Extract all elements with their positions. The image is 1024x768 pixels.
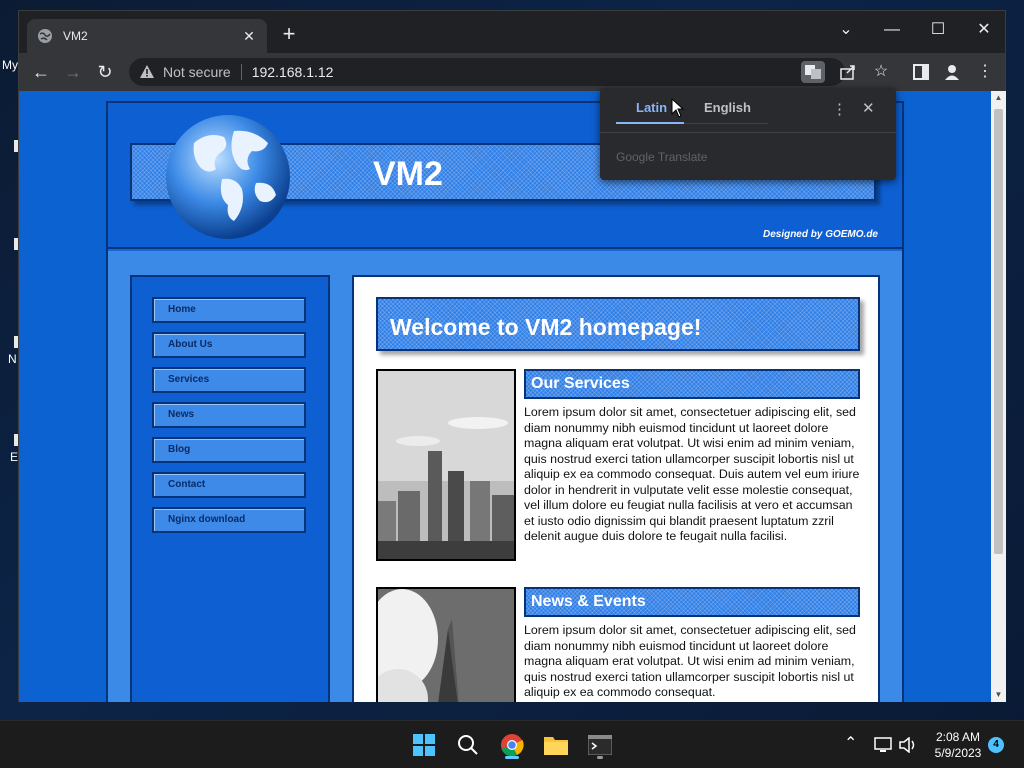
bookmark-star-icon[interactable]: ☆	[869, 60, 893, 84]
scroll-down-icon[interactable]: ▼	[991, 688, 1006, 702]
desktop-icon-label[interactable]: N	[8, 352, 17, 366]
tab-close-icon[interactable]: ✕	[241, 28, 257, 45]
nav-blog-link[interactable]: Blog	[152, 437, 306, 463]
tab-divider	[684, 123, 768, 124]
network-icon[interactable]	[874, 737, 892, 753]
globe-favicon-icon	[37, 28, 53, 44]
clock-time: 2:08 AM	[935, 730, 981, 744]
site-container: VM2 Designed by GOEMO.de Home About Us S…	[106, 101, 904, 702]
translate-icon[interactable]	[801, 61, 825, 83]
clock-date: 5/9/2023	[934, 746, 982, 760]
desktop-icon-label[interactable]: E	[10, 450, 18, 464]
back-icon[interactable]: ←	[29, 60, 53, 84]
popup-divider	[600, 132, 896, 133]
share-icon[interactable]	[839, 63, 857, 81]
section-heading: Our Services	[524, 369, 860, 399]
section-text: Lorem ipsum dolor sit amet, consectetuer…	[524, 623, 856, 699]
section-text: Lorem ipsum dolor sit amet, consectetuer…	[524, 405, 860, 543]
new-tab-icon[interactable]: +	[277, 23, 301, 47]
tab-title: VM2	[63, 29, 88, 43]
forward-icon[interactable]: →	[61, 60, 85, 84]
system-clock[interactable]: 2:08 AM 5/9/2023	[928, 729, 988, 761]
scroll-up-icon[interactable]: ▲	[991, 91, 1006, 105]
welcome-heading: Welcome to VM2 homepage!	[376, 297, 860, 351]
start-windows-icon[interactable]	[408, 729, 440, 761]
site-sidebar: Home About Us Services News Blog Contact…	[130, 275, 330, 702]
translate-close-icon[interactable]: ✕	[862, 99, 875, 117]
warning-triangle-icon	[140, 65, 154, 78]
translate-options-icon[interactable]: ⋮	[832, 100, 847, 118]
active-tab-underline	[616, 122, 684, 124]
chrome-app-icon[interactable]	[496, 729, 528, 761]
taskbar: ⌃ 2:08 AM 5/9/2023 4	[0, 720, 1024, 768]
scrollbar-thumb[interactable]	[994, 109, 1003, 554]
target-language-tab[interactable]: English	[704, 100, 751, 115]
translate-popup: Latin English ⋮ ✕ Google Translate	[600, 88, 896, 180]
nav-contact-link[interactable]: Contact	[152, 472, 306, 498]
nav-home-link[interactable]: Home	[152, 297, 306, 323]
section-heading: News & Events	[524, 587, 860, 617]
show-hidden-icons-chevron-icon[interactable]: ⌃	[844, 733, 857, 753]
volume-icon[interactable]	[898, 737, 918, 753]
skyscraper-image	[376, 587, 516, 702]
main-content: Welcome to VM2 homepage! Our Services Lo…	[352, 275, 880, 702]
browser-tab[interactable]: VM2 ✕	[27, 19, 267, 53]
nav-about-us-link[interactable]: About Us	[152, 332, 306, 358]
globe-logo-icon	[166, 115, 290, 239]
file-explorer-icon[interactable]	[540, 729, 572, 761]
close-window-icon[interactable]: ✕	[961, 15, 1007, 45]
source-language-tab[interactable]: Latin	[636, 100, 667, 115]
search-icon[interactable]	[452, 729, 484, 761]
menu-kebab-icon[interactable]: ⋮	[973, 60, 997, 84]
designed-by-credit[interactable]: Designed by GOEMO.de	[763, 229, 878, 240]
notification-badge[interactable]: 4	[988, 737, 1004, 753]
nav-nginx-download-link[interactable]: Nginx download	[152, 507, 306, 533]
minimize-icon[interactable]: —	[869, 15, 915, 45]
site-title: VM2	[373, 155, 443, 193]
side-panel-icon[interactable]	[913, 64, 929, 80]
mouse-pointer-icon	[671, 98, 685, 118]
active-app-indicator	[505, 756, 519, 759]
running-app-indicator	[597, 756, 603, 759]
tab-search-chevron-icon[interactable]: ⌄	[823, 15, 869, 45]
maximize-icon[interactable]: ☐	[915, 15, 961, 45]
address-divider	[240, 64, 242, 80]
desktop-icon-label[interactable]: My	[2, 58, 18, 72]
terminal-app-icon[interactable]	[584, 729, 616, 761]
vertical-scrollbar[interactable]: ▲ ▼	[991, 91, 1006, 702]
page-viewport[interactable]: VM2 Designed by GOEMO.de Home About Us S…	[19, 91, 991, 702]
reload-icon[interactable]: ↻	[93, 60, 117, 84]
address-bar[interactable]: Not secure 192.168.1.12	[129, 58, 845, 86]
site-body: Home About Us Services News Blog Contact…	[108, 251, 902, 702]
nav-news-link[interactable]: News	[152, 402, 306, 428]
profile-icon[interactable]	[943, 63, 961, 81]
city-skyline-image	[376, 369, 516, 561]
nav-services-link[interactable]: Services	[152, 367, 306, 393]
browser-toolbar: ← → ↻ Not secure 192.168.1.12 ☆ ⋮	[19, 53, 1005, 91]
security-label[interactable]: Not secure	[163, 64, 231, 80]
url-text[interactable]: 192.168.1.12	[252, 64, 334, 80]
tab-strip: VM2 ✕ + ⌄ — ☐ ✕	[19, 11, 1005, 53]
google-translate-label: Google Translate	[616, 150, 708, 164]
